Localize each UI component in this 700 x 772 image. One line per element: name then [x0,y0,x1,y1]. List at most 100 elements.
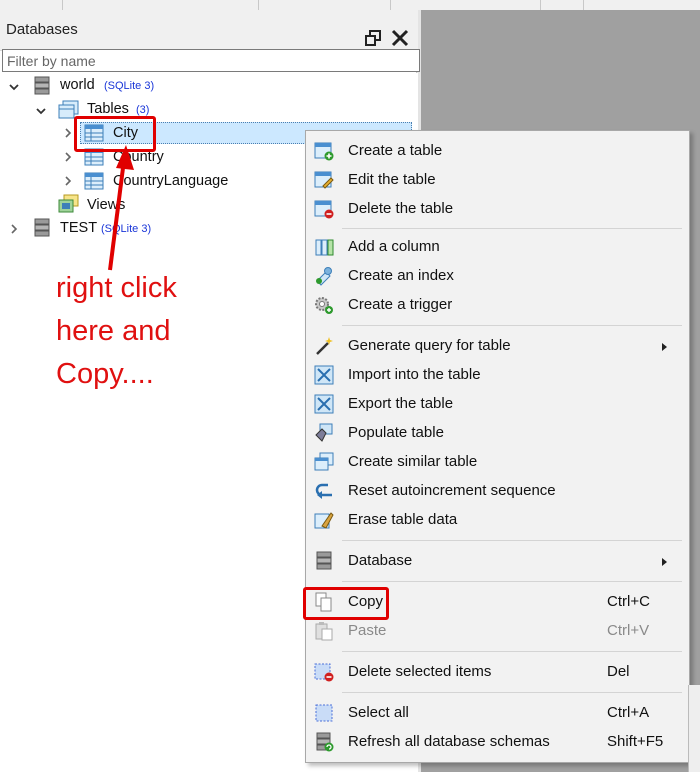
menu-item-create-index[interactable]: Create an index [306,262,689,291]
paste-icon [315,622,333,641]
panel-title: Databases [6,21,78,38]
menu-separator [342,651,682,652]
menu-item-shortcut: Shift+F5 [607,733,664,750]
submenu-arrow-icon [662,343,667,351]
context-menu: Create a table Edit the table Delete the… [305,130,690,763]
menu-item-label: Select all [348,704,409,721]
menu-item-create-trigger[interactable]: Create a trigger [306,291,689,320]
menu-item-delete-selected[interactable]: Delete selected items Del [306,658,689,687]
menu-item-generate-query[interactable]: Generate query for table [306,332,689,361]
menu-item-create-table[interactable]: Create a table [306,137,689,166]
chevron-right-icon[interactable] [63,152,73,162]
delete-selected-icon [314,663,334,682]
menu-item-paste: Paste Ctrl+V [306,617,689,646]
databases-panel-header: Databases [0,10,418,51]
tree-item-countrylanguage[interactable]: CountryLanguage [113,173,228,189]
menu-item-label: Delete selected items [348,663,492,680]
annotation-line: Copy.... [56,358,154,390]
menu-item-populate-table[interactable]: Populate table [306,419,689,448]
tables-count-badge: (3) [136,104,150,116]
filter-input[interactable] [2,49,420,72]
tree-item-views[interactable]: Views [87,197,125,213]
menu-item-erase-table-data[interactable]: Erase table data [306,506,689,535]
menu-item-label: Add a column [348,238,440,255]
delete-table-icon [314,200,334,219]
menu-item-shortcut: Ctrl+A [607,704,650,721]
menu-item-add-column[interactable]: Add a column [306,233,689,262]
menu-item-label: Reset autoincrement sequence [348,482,556,499]
table-icon [84,172,104,190]
annotation-highlight-copy [303,587,389,620]
edit-table-icon [314,171,334,189]
menu-item-label: Delete the table [348,200,454,217]
views-folder-icon [58,194,79,213]
annotation-line: here and [56,315,171,347]
menu-item-reset-autoincrement[interactable]: Reset autoincrement sequence [306,477,689,506]
database-icon [34,218,50,237]
chevron-down-icon[interactable] [36,106,46,116]
chevron-right-icon[interactable] [9,224,19,234]
menu-item-database[interactable]: Database [306,547,689,576]
menu-item-create-similar-table[interactable]: Create similar table [306,448,689,477]
menu-item-delete-table[interactable]: Delete the table [306,195,689,224]
create-trigger-icon [315,297,333,314]
erase-icon [314,512,334,529]
refresh-icon [316,732,334,752]
menu-item-shortcut: Del [607,663,630,680]
annotation-text: right click here and Copy.... [56,267,296,396]
submenu-arrow-icon [662,558,667,566]
db-type-badge: (SQLite 3) [101,223,152,235]
menu-item-label: Paste [348,622,387,639]
menu-separator [342,228,682,229]
menu-separator [342,325,682,326]
menu-item-label: Create similar table [348,453,478,470]
annotation-highlight-city [74,116,156,152]
menu-item-label: Create a trigger [348,296,453,313]
db-type-badge: (SQLite 3) [104,80,155,92]
tree-item-tables[interactable]: Tables [87,101,129,117]
annotation-line: right click [56,272,177,304]
reset-icon [315,483,332,499]
menu-item-select-all[interactable]: Select all Ctrl+A [306,699,689,728]
side-panel-edge [688,685,700,772]
populate-icon [315,423,333,442]
create-index-icon [316,267,332,286]
float-window-icon[interactable] [365,30,381,46]
create-table-icon [314,142,334,161]
strip-divider [258,0,259,10]
chevron-right-icon[interactable] [63,176,73,186]
similar-table-icon [314,452,334,471]
menu-item-label: Erase table data [348,511,458,528]
chevron-right-icon[interactable] [63,128,73,138]
tree-item-world[interactable]: world [60,77,95,93]
menu-separator [342,540,682,541]
menu-item-shortcut: Ctrl+V [607,622,650,639]
strip-divider [390,0,391,10]
menu-item-label: Generate query for table [348,337,511,354]
menu-item-refresh-schemas[interactable]: Refresh all database schemas Shift+F5 [306,728,689,757]
menu-item-edit-table[interactable]: Edit the table [306,166,689,195]
magic-wand-icon [316,337,333,355]
menu-item-label: Create an index [348,267,454,284]
chevron-down-icon[interactable] [9,82,19,92]
strip-divider [62,0,63,10]
strip-divider [540,0,541,10]
menu-item-label: Edit the table [348,171,436,188]
export-icon [314,394,334,414]
menu-separator [342,692,682,693]
select-all-icon [315,704,333,722]
close-icon[interactable] [390,28,410,48]
menu-item-shortcut: Ctrl+C [607,593,650,610]
database-icon [316,551,332,570]
menu-item-label: Import into the table [348,366,481,383]
add-column-icon [315,239,334,256]
menu-item-label: Export the table [348,395,454,412]
import-icon [314,365,334,385]
menu-item-import-table[interactable]: Import into the table [306,361,689,390]
menu-item-export-table[interactable]: Export the table [306,390,689,419]
menu-item-label: Refresh all database schemas [348,733,550,750]
menu-separator [342,581,682,582]
menu-item-label: Populate table [348,424,444,441]
database-icon [34,76,50,95]
tree-item-test[interactable]: TEST [60,220,97,236]
